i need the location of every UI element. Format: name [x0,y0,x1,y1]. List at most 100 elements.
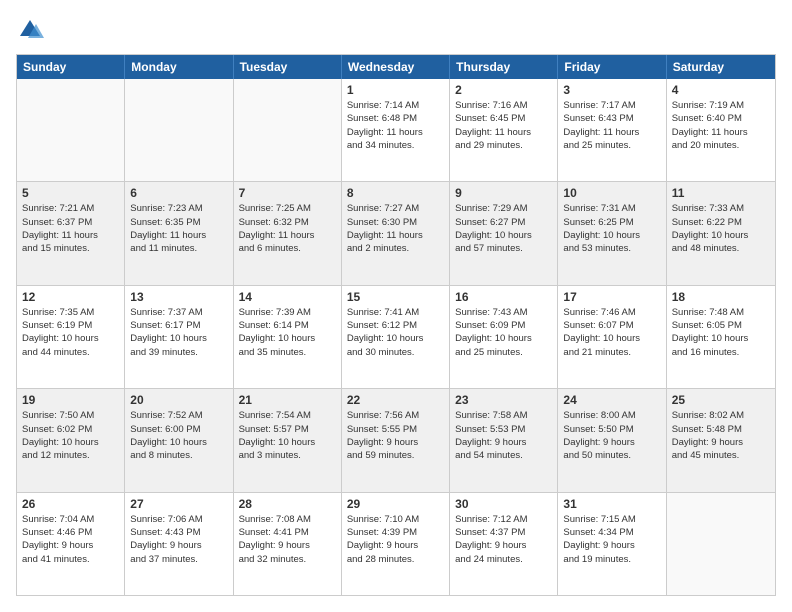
day-cell: 31 Sunrise: 7:15 AM Sunset: 4:34 PM Dayli… [558,493,666,595]
week-row-4: 19Sunrise: 7:50 AM Sunset: 6:02 PM Dayli… [17,389,775,492]
day-number: 29 [347,497,444,511]
day-cell: 21 Sunrise: 7:54 AM Sunset: 5:57 PM Dayli… [234,389,342,491]
day-info: Sunrise: 7:52 AM Sunset: 6:00 PM Dayligh… [130,409,227,462]
day-info: Sunrise: 7:04 AM Sunset: 4:46 PM Dayligh… [22,513,119,566]
day-info: Sunrise: 8:02 AM Sunset: 5:48 PM Dayligh… [672,409,770,462]
day-info: Sunrise: 7:33 AM Sunset: 6:22 PM Dayligh… [672,202,770,255]
day-info: Sunrise: 7:31 AM Sunset: 6:25 PM Dayligh… [563,202,660,255]
day-info: Sunrise: 8:00 AM Sunset: 5:50 PM Dayligh… [563,409,660,462]
day-cell: 7 Sunrise: 7:25 AM Sunset: 6:32 PM Daylig… [234,182,342,284]
day-cell: 4Sunrise: 7:19 AM Sunset: 6:40 PM Daylig… [667,79,775,181]
day-number: 5 [22,186,119,200]
day-cell: 11 Sunrise: 7:33 AM Sunset: 6:22 PM Dayli… [667,182,775,284]
day-number: 27 [130,497,227,511]
day-number: 9 [455,186,552,200]
day-number: 21 [239,393,336,407]
day-info: Sunrise: 7:08 AM Sunset: 4:41 PM Dayligh… [239,513,336,566]
day-info: Sunrise: 7:21 AM Sunset: 6:37 PM Dayligh… [22,202,119,255]
day-cell: 22 Sunrise: 7:56 AM Sunset: 5:55 PM Dayli… [342,389,450,491]
day-number: 6 [130,186,227,200]
day-number: 25 [672,393,770,407]
day-number: 16 [455,290,552,304]
day-cell: 1 Sunrise: 7:14 AM Sunset: 6:48 PM Daylig… [342,79,450,181]
day-number: 20 [130,393,227,407]
day-number: 14 [239,290,336,304]
day-cell [17,79,125,181]
day-number: 1 [347,83,444,97]
day-info: Sunrise: 7:56 AM Sunset: 5:55 PM Dayligh… [347,409,444,462]
day-cell: 30Sunrise: 7:12 AM Sunset: 4:37 PM Dayli… [450,493,558,595]
day-info: Sunrise: 7:41 AM Sunset: 6:12 PM Dayligh… [347,306,444,359]
day-cell: 17 Sunrise: 7:46 AM Sunset: 6:07 PM Dayli… [558,286,666,388]
day-info: Sunrise: 7:46 AM Sunset: 6:07 PM Dayligh… [563,306,660,359]
day-number: 17 [563,290,660,304]
day-header-friday: Friday [558,55,666,79]
day-number: 8 [347,186,444,200]
day-info: Sunrise: 7:14 AM Sunset: 6:48 PM Dayligh… [347,99,444,152]
day-cell: 28 Sunrise: 7:08 AM Sunset: 4:41 PM Dayli… [234,493,342,595]
day-info: Sunrise: 7:16 AM Sunset: 6:45 PM Dayligh… [455,99,552,152]
day-info: Sunrise: 7:29 AM Sunset: 6:27 PM Dayligh… [455,202,552,255]
day-number: 28 [239,497,336,511]
day-cell: 15 Sunrise: 7:41 AM Sunset: 6:12 PM Dayli… [342,286,450,388]
day-header-saturday: Saturday [667,55,775,79]
day-number: 10 [563,186,660,200]
day-cell: 23 Sunrise: 7:58 AM Sunset: 5:53 PM Dayli… [450,389,558,491]
day-info: Sunrise: 7:54 AM Sunset: 5:57 PM Dayligh… [239,409,336,462]
day-cell: 3Sunrise: 7:17 AM Sunset: 6:43 PM Daylig… [558,79,666,181]
day-number: 15 [347,290,444,304]
week-row-3: 12 Sunrise: 7:35 AM Sunset: 6:19 PM Dayli… [17,286,775,389]
day-number: 12 [22,290,119,304]
day-number: 18 [672,290,770,304]
day-number: 4 [672,83,770,97]
day-headers: SundayMondayTuesdayWednesdayThursdayFrid… [17,55,775,79]
day-number: 22 [347,393,444,407]
day-cell [125,79,233,181]
day-cell: 19Sunrise: 7:50 AM Sunset: 6:02 PM Dayli… [17,389,125,491]
day-info: Sunrise: 7:58 AM Sunset: 5:53 PM Dayligh… [455,409,552,462]
day-info: Sunrise: 7:06 AM Sunset: 4:43 PM Dayligh… [130,513,227,566]
day-info: Sunrise: 7:25 AM Sunset: 6:32 PM Dayligh… [239,202,336,255]
day-cell: 14Sunrise: 7:39 AM Sunset: 6:14 PM Dayli… [234,286,342,388]
day-info: Sunrise: 7:48 AM Sunset: 6:05 PM Dayligh… [672,306,770,359]
day-number: 31 [563,497,660,511]
day-cell: 27 Sunrise: 7:06 AM Sunset: 4:43 PM Dayli… [125,493,233,595]
day-cell: 16Sunrise: 7:43 AM Sunset: 6:09 PM Dayli… [450,286,558,388]
day-cell: 10 Sunrise: 7:31 AM Sunset: 6:25 PM Dayli… [558,182,666,284]
day-cell: 26 Sunrise: 7:04 AM Sunset: 4:46 PM Dayli… [17,493,125,595]
weeks: 1 Sunrise: 7:14 AM Sunset: 6:48 PM Daylig… [17,79,775,595]
calendar: SundayMondayTuesdayWednesdayThursdayFrid… [16,54,776,596]
day-number: 19 [22,393,119,407]
header [16,16,776,44]
day-number: 11 [672,186,770,200]
logo [16,16,46,44]
day-info: Sunrise: 7:27 AM Sunset: 6:30 PM Dayligh… [347,202,444,255]
day-cell: 6 Sunrise: 7:23 AM Sunset: 6:35 PM Daylig… [125,182,233,284]
day-number: 2 [455,83,552,97]
week-row-1: 1 Sunrise: 7:14 AM Sunset: 6:48 PM Daylig… [17,79,775,182]
day-info: Sunrise: 7:37 AM Sunset: 6:17 PM Dayligh… [130,306,227,359]
day-cell [667,493,775,595]
day-info: Sunrise: 7:35 AM Sunset: 6:19 PM Dayligh… [22,306,119,359]
day-number: 26 [22,497,119,511]
day-header-monday: Monday [125,55,233,79]
day-cell: 5 Sunrise: 7:21 AM Sunset: 6:37 PM Daylig… [17,182,125,284]
day-info: Sunrise: 7:17 AM Sunset: 6:43 PM Dayligh… [563,99,660,152]
day-cell [234,79,342,181]
day-number: 23 [455,393,552,407]
day-header-wednesday: Wednesday [342,55,450,79]
day-cell: 18 Sunrise: 7:48 AM Sunset: 6:05 PM Dayli… [667,286,775,388]
day-info: Sunrise: 7:10 AM Sunset: 4:39 PM Dayligh… [347,513,444,566]
day-info: Sunrise: 7:23 AM Sunset: 6:35 PM Dayligh… [130,202,227,255]
day-cell: 2 Sunrise: 7:16 AM Sunset: 6:45 PM Daylig… [450,79,558,181]
week-row-2: 5 Sunrise: 7:21 AM Sunset: 6:37 PM Daylig… [17,182,775,285]
day-number: 7 [239,186,336,200]
day-header-tuesday: Tuesday [234,55,342,79]
logo-icon [16,16,44,44]
day-header-thursday: Thursday [450,55,558,79]
day-cell: 29 Sunrise: 7:10 AM Sunset: 4:39 PM Dayli… [342,493,450,595]
day-cell: 9 Sunrise: 7:29 AM Sunset: 6:27 PM Daylig… [450,182,558,284]
day-info: Sunrise: 7:15 AM Sunset: 4:34 PM Dayligh… [563,513,660,566]
day-number: 24 [563,393,660,407]
day-cell: 25 Sunrise: 8:02 AM Sunset: 5:48 PM Dayli… [667,389,775,491]
